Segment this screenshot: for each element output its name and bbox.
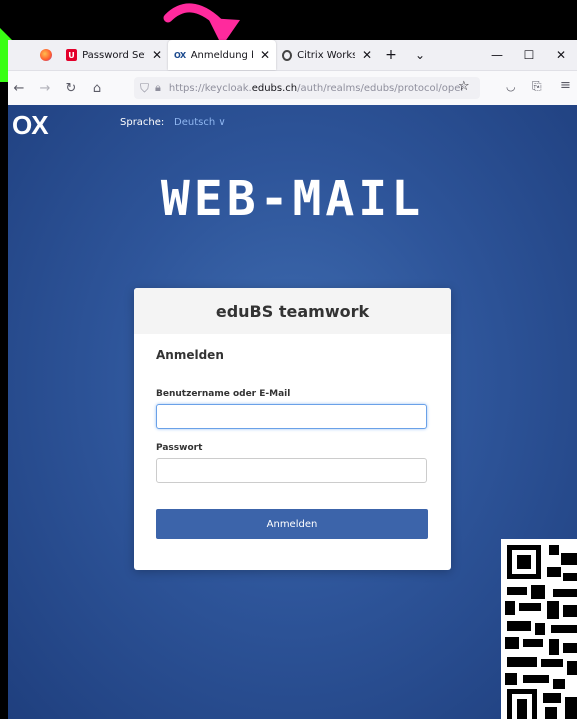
tab-bar: U Password Settin ✕ OX Anmeldung bei ✕ C… [8,40,577,71]
tab-anmeldung[interactable]: OX Anmeldung bei ✕ [168,40,276,70]
navigation-bar: ← → ↻ ⌂ ⛉ 🔒︎ https://keycloak. edubs.ch/a… [8,71,577,105]
pocket-icon[interactable]: ◡ [506,80,516,93]
ox-logo: OX [12,110,49,140]
login-page: OX Sprache: Deutsch ∨ WEB-MAIL eduBS tea… [8,105,577,719]
new-tab-button[interactable]: + [378,47,404,63]
card-title: eduBS teamwork [134,288,451,334]
shield-icon: ⛉ [140,80,150,95]
language-label: Sprache: [120,117,165,128]
maximize-button[interactable]: ☐ [513,48,545,62]
home-button[interactable]: ⌂ [86,81,108,96]
qr-code-image [501,539,577,719]
tab-list-chevron-icon[interactable]: ⌄ [404,48,436,62]
close-icon[interactable]: ✕ [152,48,162,62]
citrix-icon [282,49,293,61]
password-label: Passwort [156,443,203,453]
reload-button[interactable]: ↻ [60,81,82,96]
url-host: edubs.ch [251,82,298,94]
close-window-button[interactable]: ✕ [545,48,577,62]
password-input[interactable] [156,458,427,483]
bookmark-star-icon[interactable]: ☆ [458,79,470,94]
tab-title: Anmeldung bei [190,49,253,61]
ox-logo-icon: OX [174,50,186,60]
menu-icon[interactable]: ≡ [560,78,571,93]
tab-title: Password Settin [82,49,145,61]
login-card: eduBS teamwork Anmelden Benutzername ode… [134,288,451,570]
tab-citrix[interactable]: Citrix Workspace ✕ [276,40,378,70]
login-button[interactable]: Anmelden [156,509,428,539]
tab-title: Citrix Workspace [297,49,355,61]
url-path: /auth/realms/edubs/protocol/oper [297,82,465,94]
close-icon[interactable]: ✕ [260,48,270,62]
language-dropdown[interactable]: Deutsch ∨ [174,117,226,128]
url-prefix: https://keycloak. [168,82,252,94]
username-label: Benutzername oder E-Mail [156,389,291,399]
firefox-view-button[interactable] [32,40,60,70]
login-heading: Anmelden [156,348,224,362]
lock-icon: 🔒︎ [155,81,161,94]
forward-button[interactable]: → [34,81,56,96]
url-bar[interactable]: ⛉ 🔒︎ https://keycloak. edubs.ch/auth/real… [134,77,480,99]
username-input[interactable] [156,404,427,429]
close-icon[interactable]: ✕ [362,48,372,62]
extensions-icon[interactable]: ⎘ [532,79,542,94]
back-button[interactable]: ← [8,81,30,96]
u-logo-icon: U [66,49,78,61]
minimize-button[interactable]: — [481,48,513,62]
firefox-icon [40,49,52,61]
tab-password-settings[interactable]: U Password Settin ✕ [60,40,168,70]
web-mail-banner: WEB-MAIL [160,171,425,227]
